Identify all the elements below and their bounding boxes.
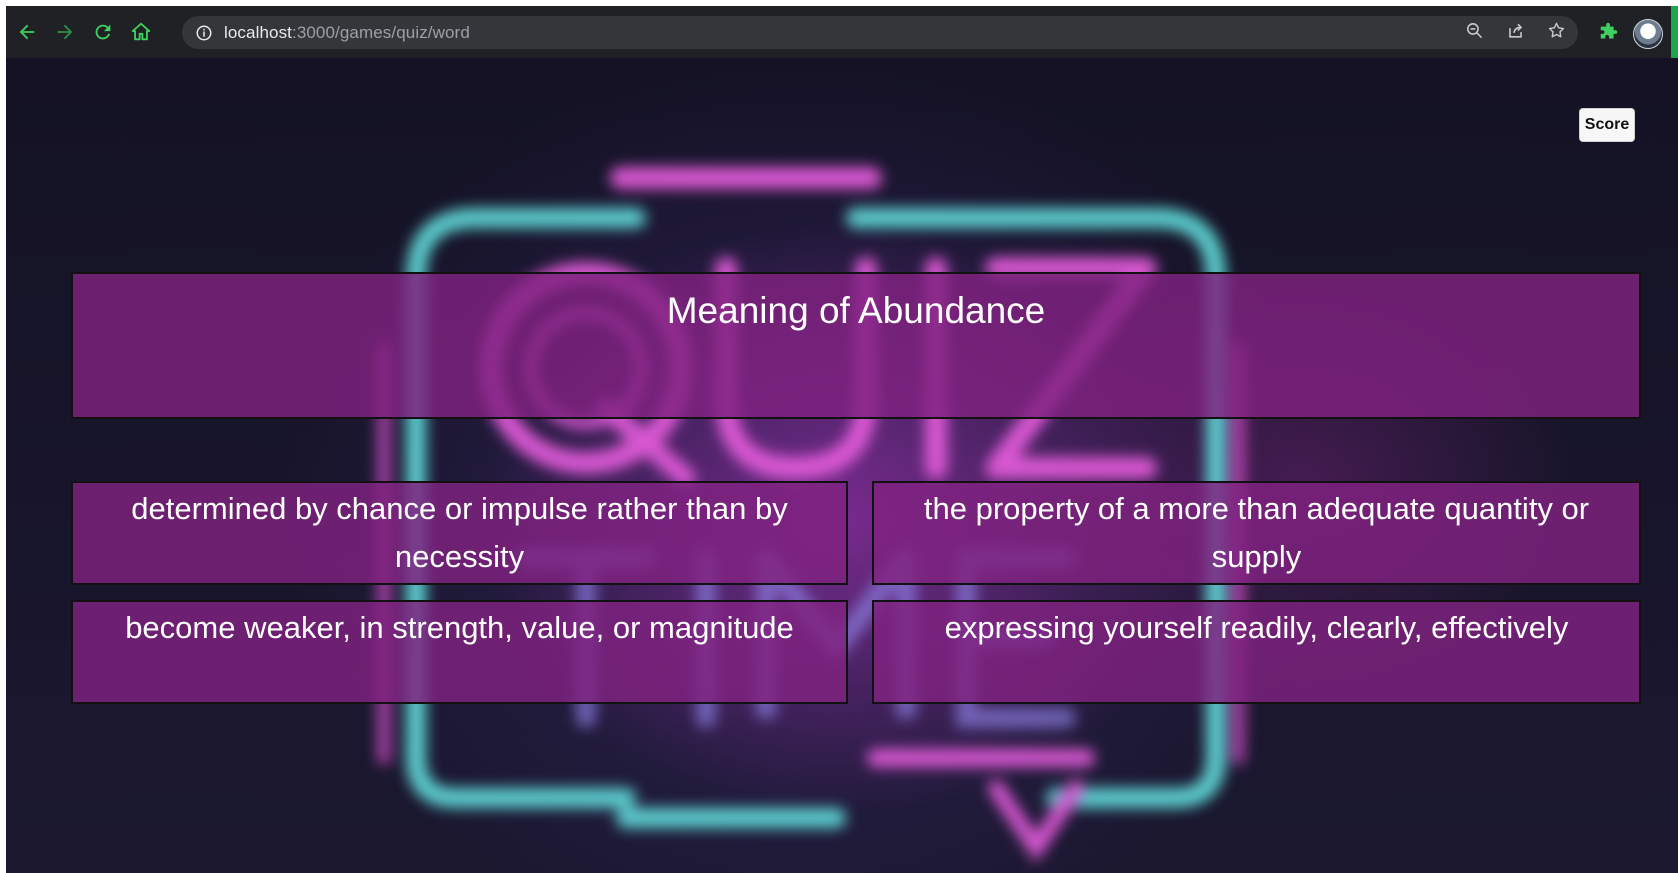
home-icon: [131, 22, 151, 41]
answer-option-1[interactable]: determined by chance or impulse rather t…: [71, 481, 848, 585]
share-icon: [1509, 23, 1523, 38]
page-viewport: Score Meaning of Abundance determined by…: [6, 58, 1678, 873]
score-button[interactable]: Score: [1579, 108, 1635, 142]
avatar[interactable]: [1633, 19, 1663, 49]
forward-button[interactable]: [48, 15, 82, 49]
back-button[interactable]: [10, 15, 44, 49]
info-icon: [196, 25, 212, 40]
answer-option-2[interactable]: the property of a more than adequate qua…: [872, 481, 1641, 585]
answer-option-4[interactable]: expressing yourself readily, clearly, ef…: [872, 600, 1641, 704]
arrow-right-icon: [57, 24, 73, 40]
zoom-button[interactable]: [1465, 21, 1484, 45]
answer-text: become weaker, in strength, value, or ma…: [125, 610, 794, 645]
bookmark-button[interactable]: [1547, 21, 1566, 45]
window-edge: [1671, 6, 1678, 58]
share-button[interactable]: [1506, 21, 1525, 45]
arrow-left-icon: [19, 24, 35, 40]
extensions-button[interactable]: [1594, 18, 1624, 48]
puzzle-icon: [1600, 22, 1618, 39]
question-card: Meaning of Abundance: [71, 272, 1641, 419]
address-bar[interactable]: localhost:3000/games/quiz/word: [182, 16, 1578, 49]
reload-icon: [95, 24, 111, 40]
answer-text: expressing yourself readily, clearly, ef…: [944, 610, 1569, 645]
question-text: Meaning of Abundance: [666, 290, 1046, 331]
star-icon: [1548, 22, 1565, 37]
url-text[interactable]: localhost:3000/games/quiz/word: [224, 23, 470, 43]
answer-text: the property of a more than adequate qua…: [923, 491, 1590, 574]
reload-button[interactable]: [86, 15, 120, 49]
url-path: :3000/games/quiz/word: [292, 22, 470, 42]
site-info-button[interactable]: [194, 23, 214, 43]
answer-text: determined by chance or impulse rather t…: [131, 491, 788, 574]
home-button[interactable]: [124, 15, 158, 49]
url-host: localhost: [224, 22, 292, 42]
quiz-time-neon-background-icon: [377, 167, 1245, 863]
zoom-icon: [1466, 22, 1483, 38]
browser-toolbar: localhost:3000/games/quiz/word: [6, 6, 1678, 58]
answer-option-3[interactable]: become weaker, in strength, value, or ma…: [71, 600, 848, 704]
